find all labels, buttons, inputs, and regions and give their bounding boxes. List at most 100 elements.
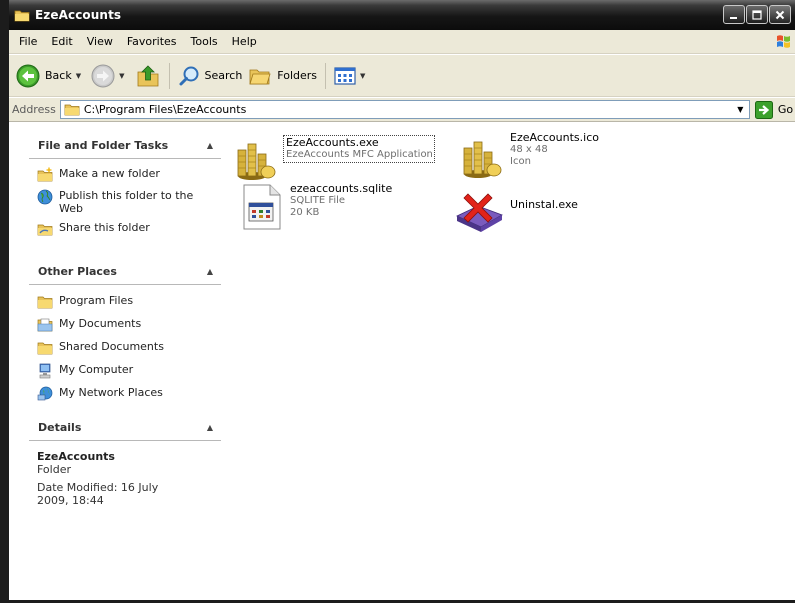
file-size: 20 KB: [290, 207, 320, 218]
address-input[interactable]: C:\Program Files\EzeAccounts ▼: [59, 100, 750, 119]
views-dropdown-icon[interactable]: ▼: [360, 72, 365, 80]
details-panel: Details ▲ EzeAccounts Folder Date Modifi…: [29, 415, 221, 507]
close-icon: [775, 10, 785, 19]
globe-icon: [37, 189, 53, 205]
task-make-new-folder[interactable]: Make a new folder: [37, 167, 221, 183]
place-label: Program Files: [59, 294, 134, 307]
file-type: SQLITE File: [290, 195, 346, 206]
coins-app-icon: [237, 143, 276, 180]
file-description: EzeAccounts MFC Application: [286, 149, 433, 160]
file-meta: EzeAccounts.exe EzeAccounts MFC Applicat…: [283, 135, 435, 163]
address-path: C:\Program Files\EzeAccounts: [83, 103, 247, 116]
back-arrow-icon: [16, 64, 40, 87]
place-label: Shared Documents: [59, 340, 164, 353]
forward-arrow-icon: [91, 64, 115, 87]
back-dropdown-icon[interactable]: ▼: [76, 72, 81, 80]
up-folder-button[interactable]: [132, 59, 164, 93]
place-shared-documents[interactable]: Shared Documents: [37, 340, 221, 356]
up-folder-icon: [137, 64, 158, 86]
file-meta: Uninstal.exe: [510, 199, 578, 211]
place-label: My Computer: [59, 363, 134, 376]
file-item[interactable]: ezeaccounts.sqlite SQLITE File 20 KB: [238, 183, 392, 231]
folders-button[interactable]: Folders: [245, 59, 320, 93]
menu-edit[interactable]: Edit: [44, 35, 79, 48]
menu-file[interactable]: File: [12, 35, 44, 48]
collapse-icon[interactable]: ▲: [207, 267, 213, 276]
file-folder-tasks-panel: File and Folder Tasks ▲ Make a new folde…: [29, 133, 221, 243]
place-label: My Documents: [59, 317, 142, 330]
details-modified: Date Modified: 16 July 2009, 18:44: [37, 481, 159, 507]
forward-button[interactable]: ▼: [88, 59, 131, 93]
go-label: Go: [777, 103, 794, 116]
views-icon: [334, 66, 356, 85]
place-my-computer[interactable]: My Computer: [37, 363, 221, 379]
collapse-icon[interactable]: ▲: [207, 423, 213, 432]
search-button[interactable]: Search: [175, 59, 246, 93]
task-label: Publish this folder to the Web: [59, 189, 194, 215]
details-header[interactable]: Details ▲: [29, 415, 221, 441]
file-item[interactable]: Uninstal.exe: [454, 188, 578, 236]
shared-folder-icon: [37, 342, 53, 355]
menu-tools[interactable]: Tools: [184, 35, 225, 48]
task-share-folder[interactable]: Share this folder: [37, 221, 221, 237]
details-name: EzeAccounts: [37, 450, 115, 463]
panel-title: Other Places: [38, 265, 117, 278]
network-places-icon: [37, 386, 53, 401]
toolbar-separator: [168, 62, 170, 89]
maximize-button[interactable]: [746, 5, 768, 24]
explorer-window: EzeAccounts File Edit View Favorites Too…: [9, 0, 795, 600]
folder-icon: [37, 296, 53, 309]
file-meta: ezeaccounts.sqlite SQLITE File 20 KB: [290, 183, 392, 219]
menu-bar: File Edit View Favorites Tools Help: [9, 30, 795, 54]
place-my-documents[interactable]: My Documents: [37, 317, 221, 333]
toolbar-separator: [325, 62, 327, 89]
file-folder-tasks-header[interactable]: File and Folder Tasks ▲: [29, 133, 221, 159]
address-bar: Address C:\Program Files\EzeAccounts ▼ G…: [9, 98, 795, 122]
collapse-icon[interactable]: ▲: [207, 141, 213, 150]
go-button[interactable]: Go: [754, 100, 794, 119]
windows-logo-icon: [777, 35, 790, 48]
menu-favorites[interactable]: Favorites: [120, 35, 184, 48]
file-list-view: EzeAccounts.exe EzeAccounts MFC Applicat…: [222, 123, 795, 600]
menu-help[interactable]: Help: [225, 35, 264, 48]
other-places-header[interactable]: Other Places ▲: [29, 259, 221, 285]
window-border-left: [0, 0, 9, 603]
folder-icon: [64, 104, 80, 116]
file-name: EzeAccounts.ico: [510, 131, 599, 144]
other-places-panel: Other Places ▲ Program Files My Document…: [29, 259, 221, 409]
forward-dropdown-icon[interactable]: ▼: [119, 72, 124, 80]
task-label: Make a new folder: [59, 167, 160, 180]
file-meta: EzeAccounts.ico 48 x 48 Icon: [510, 132, 599, 168]
place-label: My Network Places: [59, 386, 163, 399]
search-label: Search: [204, 69, 243, 82]
views-button[interactable]: ▼: [331, 59, 372, 93]
file-name: EzeAccounts.exe: [286, 136, 379, 149]
task-pane: File and Folder Tasks ▲ Make a new folde…: [9, 123, 222, 600]
back-label: Back: [45, 69, 72, 82]
search-icon: [179, 66, 198, 85]
task-publish-web[interactable]: Publish this folder to the Web: [37, 189, 221, 215]
share-folder-icon: [37, 224, 53, 236]
title-bar[interactable]: EzeAccounts: [9, 0, 795, 30]
task-label: Share this folder: [59, 221, 150, 234]
coins-icon: [463, 141, 502, 178]
place-my-network-places[interactable]: My Network Places: [37, 386, 221, 402]
close-button[interactable]: [769, 5, 791, 24]
go-arrow-icon: [754, 100, 773, 119]
minimize-button[interactable]: [723, 5, 745, 24]
file-item[interactable]: EzeAccounts.exe EzeAccounts MFC Applicat…: [232, 135, 435, 184]
maximize-icon: [752, 9, 762, 20]
panel-title: File and Folder Tasks: [38, 139, 169, 152]
chevron-down-icon: ▼: [737, 105, 744, 114]
address-dropdown-button[interactable]: ▼: [733, 102, 748, 117]
back-button[interactable]: Back ▼: [13, 59, 88, 93]
details-type: Folder: [37, 463, 71, 476]
folders-label: Folders: [277, 69, 318, 82]
address-label: Address: [12, 103, 56, 116]
menu-view[interactable]: View: [80, 35, 120, 48]
panel-title: Details: [38, 421, 82, 434]
place-program-files[interactable]: Program Files: [37, 294, 221, 310]
file-item[interactable]: EzeAccounts.ico 48 x 48 Icon: [458, 132, 599, 180]
new-folder-icon: [37, 167, 53, 182]
file-type: Icon: [510, 156, 531, 167]
